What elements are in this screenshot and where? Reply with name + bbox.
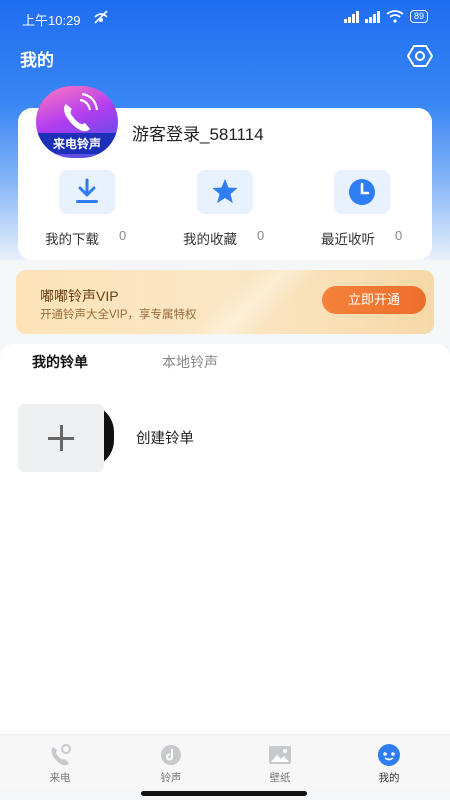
create-playlist-button[interactable]: [18, 404, 104, 472]
avatar-label: 来电铃声: [36, 133, 118, 154]
star-icon-box: [197, 170, 253, 214]
vip-decoration: [194, 270, 314, 334]
quick-action-label: 我的下载: [45, 232, 99, 247]
nav-label: 我的: [378, 772, 400, 784]
quick-action-label: 最近收听: [321, 232, 375, 247]
page-title: 我的: [20, 51, 54, 70]
wifi-icon: [386, 10, 404, 23]
settings-hexagon-icon[interactable]: [407, 44, 433, 68]
quick-action-count: 0: [119, 228, 127, 243]
quick-action-label: 我的收藏: [183, 232, 237, 247]
incoming-call-icon: [51, 744, 71, 766]
tab-local-ringtones[interactable]: 本地铃声: [162, 352, 218, 372]
plus-icon-vertical: [60, 425, 63, 451]
clock-icon: [349, 179, 375, 205]
nav-label: 铃声: [160, 772, 182, 784]
nav-label: 来电: [49, 772, 71, 784]
playlist-panel: 我的铃单 本地铃声: [0, 344, 450, 734]
wallpaper-icon: [269, 746, 291, 764]
ringtone-icon: [161, 745, 181, 765]
hd-signal-icon: [343, 10, 359, 23]
star-icon: [212, 179, 238, 203]
vip-open-button[interactable]: 立即开通: [322, 286, 426, 314]
avatar[interactable]: 来电铃声: [36, 86, 118, 158]
vip-subtitle: 开通铃声大全VIP，享专属特权: [40, 309, 197, 321]
clock-icon-box: [334, 170, 390, 214]
nav-label: 壁纸: [269, 772, 291, 784]
download-icon: [76, 178, 98, 203]
vip-title: 嘟嘟铃声VIP: [40, 288, 119, 304]
quick-action-count: 0: [257, 228, 265, 243]
vip-banner[interactable]: 嘟嘟铃声VIP 开通铃声大全VIP，享专属特权 立即开通: [16, 270, 434, 334]
tab-my-playlists[interactable]: 我的铃单: [32, 352, 88, 372]
nav-item-incoming-call[interactable]: 来电: [30, 743, 90, 785]
bottom-nav: 来电 铃声 壁纸 我的: [0, 734, 450, 788]
mute-icon: [94, 10, 108, 24]
download-icon-box: [59, 170, 115, 214]
status-bar: 上午10:29 89: [0, 0, 450, 36]
status-indicators: 89: [343, 10, 428, 23]
profile-robot-icon: [378, 744, 400, 766]
status-time: 上午10:29: [22, 13, 81, 28]
username[interactable]: 游客登录_581114: [132, 120, 264, 145]
home-indicator[interactable]: [141, 791, 307, 796]
nav-item-ringtone[interactable]: 铃声: [141, 743, 201, 785]
hd-signal-icon: [364, 10, 380, 23]
nav-item-wallpaper[interactable]: 壁纸: [250, 743, 310, 785]
create-playlist-label[interactable]: 创建铃单: [136, 427, 194, 448]
nav-item-profile[interactable]: 我的: [359, 743, 419, 785]
quick-action-count: 0: [395, 228, 403, 243]
battery-icon: 89: [409, 10, 428, 23]
